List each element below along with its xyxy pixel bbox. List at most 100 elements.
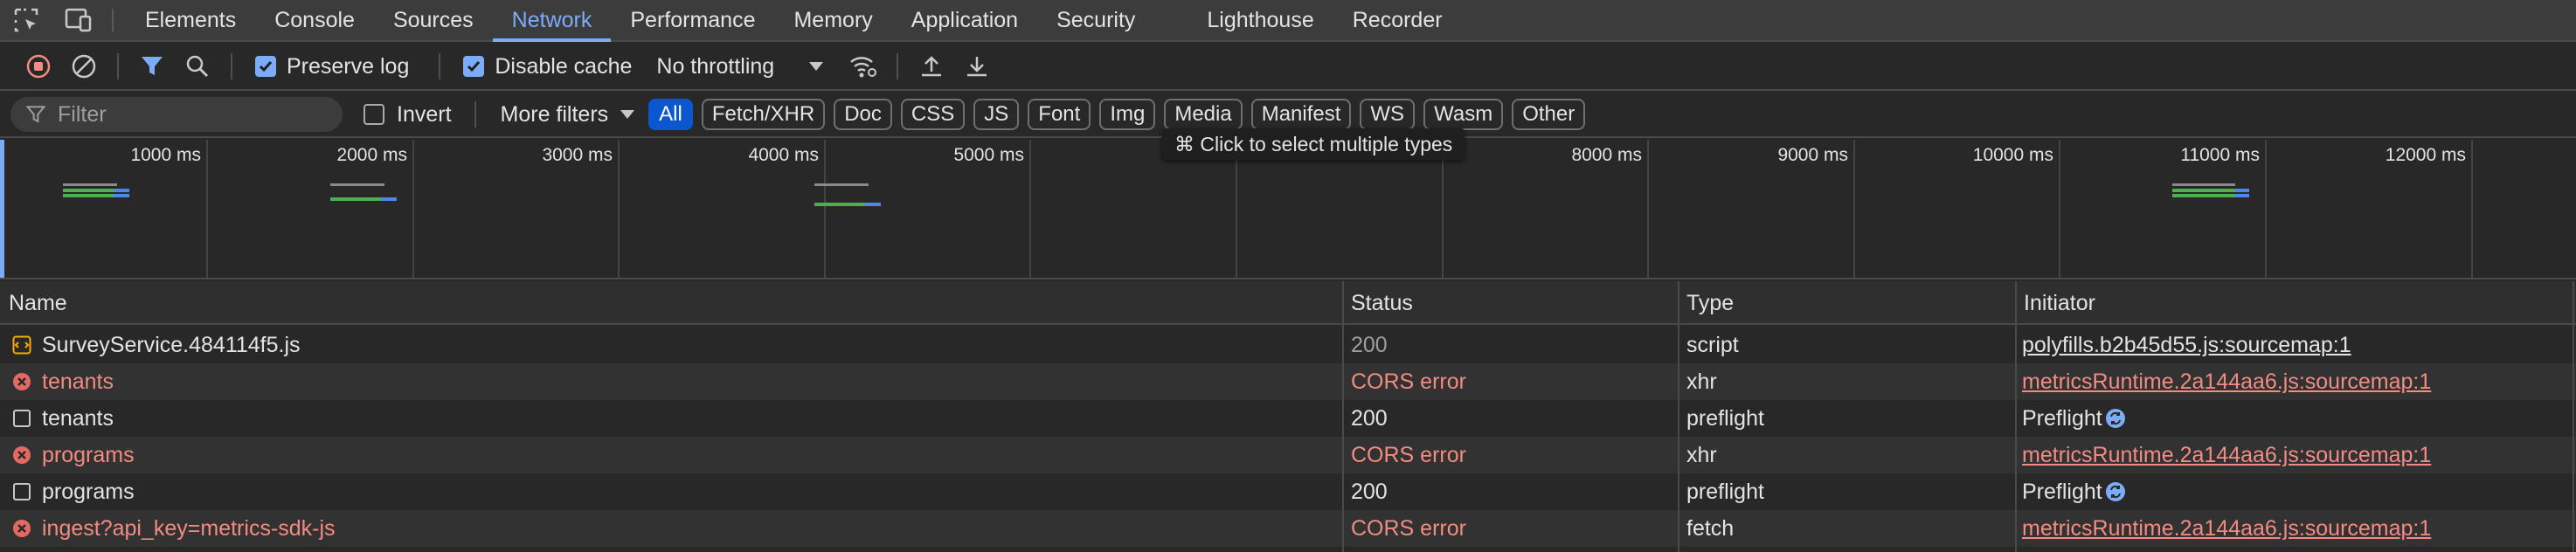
type-filter-wasm[interactable]: Wasm xyxy=(1423,99,1504,130)
cell-name[interactable]: ingest?api_key=metrics-sdk-js xyxy=(12,510,336,547)
overview-window-handle[interactable] xyxy=(0,140,4,278)
cell-initiator[interactable]: metricsRuntime.2a144aa6.js:sourcemap:1 xyxy=(2022,437,2431,473)
network-overview-timeline[interactable]: 1000 ms 2000 ms 3000 ms 4000 ms 5000 ms 8000 … xyxy=(0,140,2576,279)
toolbar-divider xyxy=(231,53,232,79)
tab-application[interactable]: Application xyxy=(892,0,1037,40)
cell-name[interactable]: SurveyService.484114f5.js xyxy=(12,327,301,363)
tab-performance[interactable]: Performance xyxy=(611,0,774,40)
table-row[interactable]: tenants CORS error xhr metricsRuntime.2a144… xyxy=(0,363,2576,400)
disable-cache-label: Disable cache xyxy=(495,53,633,79)
type-filter-media[interactable]: Media xyxy=(1164,99,1243,130)
error-icon xyxy=(12,519,31,538)
overview-tick-label: 1000 ms xyxy=(130,145,201,165)
cell-name[interactable]: tenants xyxy=(12,363,114,400)
cell-status: 200 xyxy=(1351,405,1388,431)
tab-lighthouse[interactable]: Lighthouse xyxy=(1188,0,1333,40)
invert-checkbox[interactable]: Invert xyxy=(364,102,452,128)
tab-console[interactable]: Console xyxy=(255,0,374,40)
type-filter-all[interactable]: All xyxy=(648,99,693,130)
tab-security[interactable]: Security xyxy=(1037,0,1154,40)
overview-tick-label: 3000 ms xyxy=(542,145,613,165)
initiator-link[interactable]: metricsRuntime.2a144aa6.js:sourcemap:1 xyxy=(2022,369,2431,395)
initiator-link[interactable]: polyfills.b2b45d55.js:sourcemap:1 xyxy=(2022,333,2351,358)
tab-network[interactable]: Network xyxy=(492,0,612,42)
table-row[interactable]: programs CORS error xhr metricsRuntime.2a14… xyxy=(0,437,2576,473)
overview-tick-label: 2000 ms xyxy=(336,145,407,165)
column-header-name[interactable]: Name xyxy=(0,281,67,325)
cell-initiator[interactable]: metricsRuntime.2a144aa6.js:sourcemap:1 xyxy=(2022,510,2431,547)
cell-status: 200 xyxy=(1351,479,1388,504)
column-header-type[interactable]: Type xyxy=(1678,281,1734,325)
search-button[interactable] xyxy=(175,45,220,88)
device-toolbar-icon[interactable] xyxy=(52,0,105,40)
filter-input[interactable]: Filter xyxy=(10,97,343,132)
table-row[interactable]: programs 200 preflight Preflight xyxy=(0,473,2576,510)
tab-memory[interactable]: Memory xyxy=(774,0,891,40)
column-header-initiator[interactable]: Initiator xyxy=(2015,281,2095,325)
more-filters-label: More filters xyxy=(500,101,609,127)
cell-initiator[interactable]: polyfills.b2b45d55.js:sourcemap:1 xyxy=(2022,327,2351,363)
checkbox-box xyxy=(364,104,384,125)
tab-elements[interactable]: Elements xyxy=(126,0,255,40)
tab-sources[interactable]: Sources xyxy=(374,0,493,40)
checkmark-icon xyxy=(255,56,276,77)
overview-tick-label: 4000 ms xyxy=(748,145,819,165)
preserve-log-checkbox[interactable]: Preserve log xyxy=(255,54,409,79)
column-divider[interactable] xyxy=(1342,281,1344,552)
column-divider[interactable] xyxy=(1678,281,1679,552)
import-har-button[interactable] xyxy=(909,45,954,88)
inspect-element-icon[interactable] xyxy=(0,0,52,40)
cell-name[interactable]: tenants xyxy=(12,400,114,437)
type-filter-other[interactable]: Other xyxy=(1512,99,1586,130)
type-filter-font[interactable]: Font xyxy=(1028,99,1091,130)
column-divider[interactable] xyxy=(2015,281,2017,552)
table-row[interactable]: ingest?api_key=metrics-sdk-js CORS error f… xyxy=(0,510,2576,547)
toolbar-divider xyxy=(439,53,441,79)
download-icon xyxy=(967,57,987,77)
checkbox-icon xyxy=(12,482,31,501)
cell-status: 200 xyxy=(1351,332,1388,357)
table-row[interactable]: tenants 200 preflight Preflight xyxy=(0,400,2576,437)
overview-gridline xyxy=(2265,140,2267,278)
type-filter-doc[interactable]: Doc xyxy=(834,99,892,130)
column-header-status[interactable]: Status xyxy=(1342,281,1413,325)
overview-tick-label: 12000 ms xyxy=(2385,145,2466,165)
stop-recording-button[interactable] xyxy=(16,45,61,88)
type-filter-fetch-xhr[interactable]: Fetch/XHR xyxy=(701,99,826,130)
filter-icon xyxy=(26,106,45,123)
export-har-button[interactable] xyxy=(954,45,1000,88)
preflight-request-icon[interactable] xyxy=(2102,480,2127,503)
filter-toggle-button[interactable] xyxy=(129,45,175,88)
request-name: SurveyService.484114f5.js xyxy=(42,332,301,357)
overview-bar xyxy=(814,203,865,206)
clear-button[interactable] xyxy=(61,45,107,88)
overview-gridline xyxy=(824,140,826,278)
initiator-link[interactable]: metricsRuntime.2a144aa6.js:sourcemap:1 xyxy=(2022,516,2431,542)
type-filter-img[interactable]: Img xyxy=(1099,99,1156,130)
type-filter-js[interactable]: JS xyxy=(973,99,1020,130)
cell-name[interactable]: programs xyxy=(12,473,135,510)
cell-type: script xyxy=(1686,332,1739,357)
type-filter-css[interactable]: CSS xyxy=(900,99,966,130)
overview-gridline xyxy=(618,140,620,278)
preflight-request-icon[interactable] xyxy=(2102,407,2127,430)
overview-bar xyxy=(63,189,114,192)
network-conditions-button[interactable] xyxy=(841,45,886,88)
throttling-select[interactable]: No throttling xyxy=(656,54,824,79)
overview-bar xyxy=(114,189,129,192)
overview-bar xyxy=(2172,194,2235,197)
request-name: tenants xyxy=(42,369,114,394)
cell-initiator[interactable]: metricsRuntime.2a144aa6.js:sourcemap:1 xyxy=(2022,363,2431,400)
wifi-settings-icon xyxy=(850,57,877,78)
overview-bar xyxy=(330,197,381,201)
filter-tooltip: ⌘ Click to select multiple types xyxy=(1162,128,1465,160)
type-filter-manifest[interactable]: Manifest xyxy=(1250,99,1352,130)
type-filter-ws[interactable]: WS xyxy=(1360,99,1416,130)
disable-cache-checkbox[interactable]: Disable cache xyxy=(463,54,632,79)
filter-placeholder: Filter xyxy=(58,101,107,127)
more-filters-dropdown[interactable]: More filters xyxy=(501,102,635,128)
cell-name[interactable]: programs xyxy=(12,437,135,473)
initiator-link[interactable]: metricsRuntime.2a144aa6.js:sourcemap:1 xyxy=(2022,443,2431,468)
tab-recorder[interactable]: Recorder xyxy=(1333,0,1462,40)
table-row[interactable]: SurveyService.484114f5.js 200 script polyfi… xyxy=(0,327,2576,363)
